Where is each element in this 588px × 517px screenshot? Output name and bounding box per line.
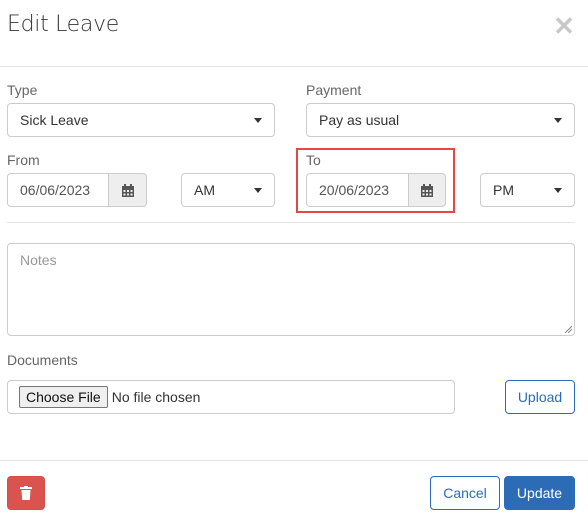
chevron-down-icon [254, 118, 262, 123]
to-date-input[interactable]: 20/06/2023 [306, 173, 409, 207]
footer-divider [0, 460, 588, 461]
payment-select[interactable]: Pay as usual [306, 103, 575, 137]
to-calendar-button[interactable] [409, 173, 446, 207]
choose-file-button[interactable]: Choose File [19, 386, 108, 408]
from-label: From [7, 152, 40, 168]
close-icon: ✕ [553, 11, 575, 41]
section-divider [7, 222, 575, 223]
calendar-icon [121, 183, 134, 197]
from-period-select[interactable]: AM [181, 173, 275, 207]
upload-button[interactable]: Upload [505, 380, 575, 414]
to-label: To [306, 152, 321, 168]
update-button[interactable]: Update [504, 476, 575, 510]
header-divider [0, 66, 588, 67]
resize-handle-icon[interactable] [564, 325, 572, 333]
payment-select-value: Pay as usual [319, 112, 400, 128]
type-select[interactable]: Sick Leave [7, 103, 275, 137]
trash-icon [20, 486, 32, 500]
from-calendar-button[interactable] [109, 173, 147, 207]
modal-title: Edit Leave [7, 12, 120, 37]
from-date-input[interactable]: 06/06/2023 [7, 173, 109, 207]
chevron-down-icon [554, 188, 562, 193]
cancel-button[interactable]: Cancel [430, 476, 500, 510]
chevron-down-icon [554, 118, 562, 123]
to-period-select[interactable]: PM [480, 173, 575, 207]
calendar-icon [421, 183, 433, 197]
close-button[interactable]: ✕ [552, 12, 576, 40]
delete-button[interactable] [7, 476, 45, 510]
file-status: No file chosen [111, 389, 201, 405]
notes-textarea[interactable]: Notes [7, 243, 575, 336]
notes-placeholder: Notes [20, 252, 57, 268]
type-select-value: Sick Leave [20, 112, 89, 128]
from-period-value: AM [194, 182, 215, 198]
documents-label: Documents [7, 352, 78, 368]
to-period-value: PM [493, 182, 514, 198]
type-label: Type [7, 82, 38, 98]
payment-label: Payment [306, 82, 362, 98]
file-input[interactable]: Choose File No file chosen [7, 380, 455, 414]
chevron-down-icon [254, 188, 262, 193]
